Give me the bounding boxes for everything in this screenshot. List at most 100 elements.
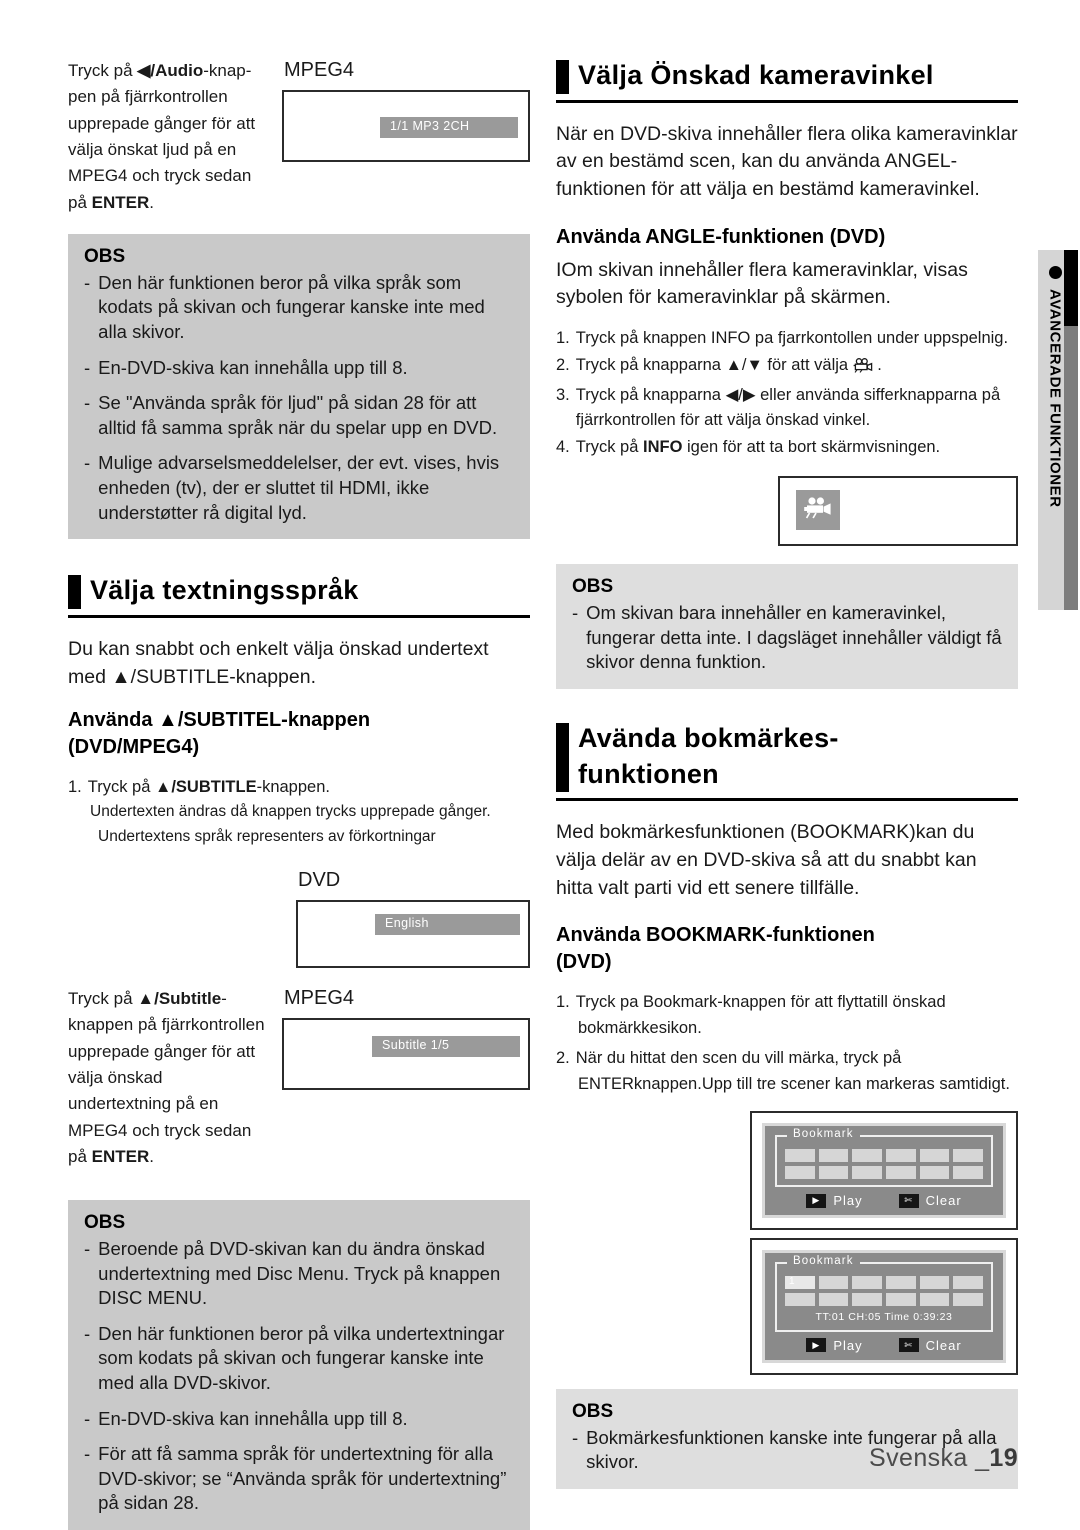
bookmark-cell[interactable]	[852, 1166, 882, 1180]
bookmark-cell[interactable]	[885, 1276, 916, 1290]
bookmark-cell[interactable]	[919, 1166, 950, 1180]
bookmark-subheading-line1: Använda BOOKMARK-funktionen	[556, 924, 875, 947]
bookmark-cell-selected[interactable]: 1	[785, 1276, 815, 1290]
bookmark-cell[interactable]	[818, 1149, 849, 1163]
bookmark-cell[interactable]	[885, 1166, 916, 1180]
bookmark-title-line2: funktionen	[578, 758, 719, 789]
obs-angle-title: OBS	[572, 576, 614, 598]
side-tab-advanced-functions: AVANCERADE FUNKTIONER	[1038, 250, 1078, 610]
step-text-pre: Tryck på	[87, 778, 155, 797]
audio-caption-period: .	[149, 192, 154, 212]
angle-step-item: 3. Tryck på knapparna ◀/▶ eller använda …	[556, 383, 1018, 433]
bookmark-osd-outer-1: Bookmark ▶ Play ✄ Clear	[750, 1111, 1018, 1231]
bookmark-cell[interactable]	[785, 1166, 815, 1180]
step-text-continued: ENTERknappen.Upp till tre scener kan mar…	[578, 1074, 1010, 1093]
play-triangle-icon: ▶	[806, 1338, 827, 1353]
bookmark-title-line1: Avända bokmärkes-	[578, 723, 839, 754]
obs-bookmark-box: OBS - Bokmärkesfunktionen kanske inte fun…	[556, 1388, 1018, 1489]
bookmark-cell[interactable]	[852, 1293, 882, 1307]
obs-subtitle-item: - Den här funktionen beror på vilka under…	[84, 1322, 514, 1396]
step-text: Tryck på knappen INFO pa fjarrkontollen …	[575, 329, 1009, 348]
bookmark-cell[interactable]	[885, 1293, 916, 1307]
bookmark-section-heading: Avända bokmärkes-funktionen	[556, 721, 1018, 802]
subtitle-step-1-row: 1. Tryck på ▲/SUBTITLE-knappen.	[68, 775, 530, 800]
obs-subtitle-item-text: Beroende på DVD-skivan kan du ändra önsk…	[98, 1238, 501, 1309]
obs-audio-item-text: En-DVD-skiva kan innehålla upp till 8.	[98, 356, 408, 378]
side-tab-label: AVANCERADE FUNKTIONER	[1046, 289, 1064, 508]
obs-subtitle-item: - En-DVD-skiva kan innehålla upp till 8.	[84, 1407, 514, 1432]
right-column: Välja Önskad kameravinkel När en DVD-ski…	[556, 58, 1018, 1489]
bookmark-play-action-2[interactable]: ▶ Play	[806, 1338, 862, 1353]
bookmark-cell[interactable]	[919, 1276, 950, 1290]
bookmark-cell[interactable]	[818, 1276, 849, 1290]
bookmark-grid-row2-screen1	[785, 1166, 983, 1180]
dvd-osd-screen: English	[296, 899, 530, 968]
bookmark-grid-row1-screen1	[785, 1149, 983, 1163]
dash-bullet-icon: -	[572, 1426, 579, 1448]
audio-screen-label: MPEG4	[284, 59, 355, 81]
bookmark-cell[interactable]	[919, 1293, 950, 1307]
angle-section-title: Välja Önskad kameravinkel	[578, 60, 934, 90]
bookmark-osd-frame-1: Bookmark ▶ Play ✄ Clear	[762, 1123, 1006, 1219]
clear-icon: ✄	[898, 1338, 919, 1353]
subtitle-step-sub2: Undertextens språk representers av förko…	[98, 828, 436, 846]
bookmark-cell[interactable]	[953, 1293, 983, 1307]
bookmark-cell[interactable]	[818, 1166, 849, 1180]
subtitle-caption-period: .	[149, 1146, 154, 1166]
bookmark-play-label-1: Play	[833, 1193, 863, 1209]
bookmark-cell[interactable]	[953, 1166, 983, 1180]
subtitle-section-heading: Välja textningsspråk	[68, 573, 530, 618]
angle-step-list: 1. Tryck på knappen INFO pa fjarrkontoll…	[556, 326, 1018, 460]
step-number: 1.	[556, 993, 570, 1012]
bookmark-cell[interactable]	[953, 1276, 983, 1290]
bookmark-osd-frame-2: Bookmark 1 TT:01 CH:05 Time 0:39:23 ▶ Pl…	[762, 1250, 1006, 1363]
bookmark-section-title: Avända bokmärkes-funktionen	[578, 721, 1018, 792]
bullet-dot-icon	[1048, 266, 1062, 279]
heading-bar-icon	[68, 575, 81, 609]
angle-step-item: 2. Tryck på knapparna ▲/▼ för att välja …	[556, 353, 1018, 381]
step-text: När du hittat den scen du vill märka, tr…	[575, 1048, 902, 1067]
audio-osd-chip: 1/1 MP3 2CH	[380, 117, 518, 138]
bookmark-cell[interactable]	[852, 1149, 882, 1163]
bookmark-cell[interactable]	[818, 1293, 849, 1307]
bookmark-cell[interactable]	[785, 1293, 815, 1307]
step-number: 1.	[556, 329, 570, 348]
step-number: 1.	[68, 778, 82, 797]
obs-angle-item-text: Om skivan bara innehåller en kameravinke…	[586, 602, 1002, 673]
dash-bullet-icon: -	[84, 1238, 91, 1260]
obs-subtitle-item: - För att få samma språk för undertextnin…	[84, 1442, 514, 1516]
obs-audio-list: - Den här funktionen beror på vilka språk…	[84, 271, 514, 525]
step-text-post: .	[872, 356, 882, 375]
bookmark-play-label-2: Play	[833, 1337, 863, 1353]
angle-subheading: Använda ANGLE-funktionen (DVD)	[556, 225, 886, 248]
obs-subtitle-list: - Beroende på DVD-skivan kan du ändra öns…	[84, 1237, 514, 1516]
step-number: 2.	[556, 1048, 570, 1067]
bookmark-clear-action-1[interactable]: ✄ Clear	[898, 1193, 962, 1209]
bookmark-clear-action-2[interactable]: ✄ Clear	[898, 1338, 962, 1353]
step-text: Tryck pa Bookmark-knappen för att flytta…	[575, 993, 946, 1012]
bookmark-play-action-1[interactable]: ▶ Play	[806, 1193, 862, 1208]
step-text: Tryck på knapparna ▲/▼ för att välja .	[576, 353, 1018, 381]
obs-audio-item: - Mulige advarselsmeddelelser, der evt. v…	[84, 451, 514, 525]
angle-intro: När en DVD-skiva innehåller flera olika …	[556, 122, 1018, 200]
bookmark-cell[interactable]	[785, 1149, 815, 1163]
audio-caption: Tryck på ◀/Audio-knap-pen på fjärrkontro…	[68, 58, 268, 216]
page-footer: Svenska _19	[869, 1444, 1018, 1473]
step-text: Tryck på INFO igen för att ta bort skärm…	[576, 435, 1018, 460]
bookmark-cell[interactable]	[885, 1149, 916, 1163]
dvd-osd-chip: English	[375, 913, 520, 935]
bookmark-cell[interactable]	[953, 1149, 983, 1163]
bookmark-cell[interactable]	[919, 1149, 950, 1163]
bookmark-grid-row1-screen2: 1	[785, 1276, 983, 1290]
bookmark-clear-label-1: Clear	[925, 1193, 962, 1209]
obs-audio-item: - Den här funktionen beror på vilka språk…	[84, 271, 514, 345]
heading-bar-icon	[556, 60, 569, 94]
subtitle-caption-rest: knappen på fjärrkontrollen upprepade gån…	[68, 1015, 265, 1166]
step-number: 2.	[556, 356, 570, 375]
bookmark-cell[interactable]	[852, 1276, 882, 1290]
step-text: Tryck på knapparna ◀/▶ eller använda sif…	[575, 386, 1001, 430]
subtitle-section-title: Välja textningsspråk	[90, 575, 359, 606]
obs-angle-item: - Om skivan bara innehåller en kameravink…	[572, 601, 1002, 675]
dvd-screen-label: DVD	[298, 868, 341, 891]
obs-subtitle-item-text: För att få samma språk för undertextning…	[98, 1443, 507, 1514]
